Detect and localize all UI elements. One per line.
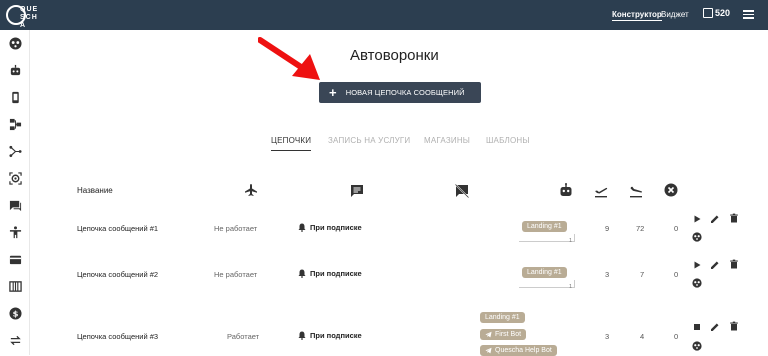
quescha-logo[interactable]: QUE SCH A [6, 3, 40, 29]
landing-tag[interactable]: Landing #1 [522, 267, 567, 278]
edit-icon[interactable] [710, 322, 720, 332]
sidebar: $ [0, 30, 30, 355]
chat-icon[interactable] [9, 199, 22, 212]
person-icon[interactable] [9, 226, 22, 239]
cancelled-count: 0 [674, 224, 679, 233]
nav-constructor[interactable]: Конструктор [612, 10, 662, 21]
bot-tag[interactable]: Quescha Help Bot [480, 345, 557, 356]
robot-face-icon[interactable] [692, 232, 702, 242]
message-icon [351, 185, 363, 197]
telegram-icon [485, 331, 492, 338]
chain-name[interactable]: Цепочка сообщений #2 [77, 270, 158, 279]
page-title: Автоворонки [350, 47, 439, 64]
swap-icon[interactable] [9, 334, 22, 347]
new-chain-label: НОВАЯ ЦЕПОЧКА СООБЩЕНИЙ [345, 88, 465, 97]
received-count: 7 [640, 270, 645, 279]
received-count: 4 [640, 332, 645, 341]
funnel-icon[interactable] [9, 145, 22, 158]
bot-icon [560, 183, 572, 196]
phone-icon[interactable] [9, 91, 22, 104]
card-icon[interactable] [9, 253, 22, 266]
chain-name[interactable]: Цепочка сообщений #1 [77, 224, 158, 233]
credit-icon [703, 8, 713, 18]
chain-trigger: При подписке [298, 331, 362, 340]
plus-icon: + [329, 85, 337, 100]
bot-tag-label: First Bot [495, 331, 522, 338]
bot-tag-label: Quescha Help Bot [495, 347, 552, 354]
sent-count: 3 [605, 270, 610, 279]
delete-icon[interactable] [729, 213, 739, 223]
tab-service-booking[interactable]: ЗАПИСЬ НА УСЛУГИ [328, 136, 410, 145]
stop-icon[interactable] [692, 322, 702, 332]
delete-icon[interactable] [729, 321, 739, 331]
flowchart-icon[interactable] [9, 118, 22, 131]
bell-icon [298, 331, 306, 340]
play-icon[interactable] [692, 214, 702, 224]
dollar-icon[interactable]: $ [9, 307, 22, 320]
chain-trigger-label: При подписке [310, 331, 362, 340]
logo-text: QUE SCH A [20, 6, 39, 29]
tag-count: 1 [568, 284, 572, 290]
cancelled-count: 0 [674, 270, 679, 279]
landing-tag[interactable]: Landing #1 [522, 221, 567, 232]
telegram-icon [485, 347, 492, 354]
delete-icon[interactable] [729, 259, 739, 269]
tab-shops[interactable]: МАГАЗИНЫ [424, 136, 470, 145]
cancel-circle-icon [664, 183, 678, 197]
bell-icon [298, 223, 306, 232]
target-icon[interactable] [9, 172, 22, 185]
robot-face-icon[interactable] [692, 341, 702, 351]
sent-count: 9 [605, 224, 610, 233]
edit-icon[interactable] [710, 260, 720, 270]
new-chain-button[interactable]: + НОВАЯ ЦЕПОЧКА СООБЩЕНИЙ [319, 82, 481, 103]
chain-trigger: При подписке [298, 223, 362, 232]
sent-count: 3 [605, 332, 610, 341]
table-icon[interactable] [9, 280, 22, 293]
credits-balance[interactable]: 520 [703, 8, 730, 18]
bell-icon [298, 269, 306, 278]
tab-chains[interactable]: ЦЕПОЧКИ [271, 136, 312, 151]
tag-count-bracket: 1 [519, 234, 575, 244]
menu-icon[interactable] [743, 10, 754, 19]
bot-icon[interactable] [9, 64, 22, 77]
edit-icon[interactable] [710, 214, 720, 224]
red-arrow-annotation [258, 37, 320, 80]
plane-takeoff-icon [245, 184, 257, 196]
chain-name[interactable]: Цепочка сообщений #3 [77, 332, 158, 341]
chain-trigger: При подписке [298, 269, 362, 278]
credits-value: 520 [715, 8, 731, 18]
cancelled-count: 0 [674, 332, 679, 341]
message-off-icon [455, 184, 469, 198]
chain-trigger-label: При подписке [310, 269, 362, 278]
top-navbar: QUE SCH A Конструктор Виджет 520 [0, 0, 768, 30]
tag-count-bracket: 1 [519, 280, 575, 290]
nav-widget[interactable]: Виджет [661, 10, 689, 19]
chain-status: Не работает [214, 224, 258, 233]
chain-trigger-label: При подписке [310, 223, 362, 232]
tab-templates[interactable]: ШАБЛОНЫ [486, 136, 530, 145]
landing-tag[interactable]: Landing #1 [480, 312, 525, 323]
departure-icon [595, 187, 608, 198]
play-icon[interactable] [692, 260, 702, 270]
chain-status: Работает [227, 332, 260, 341]
robot-face-icon[interactable] [9, 37, 22, 50]
received-count: 72 [636, 224, 645, 233]
column-name-header: Название [77, 186, 113, 195]
bot-tag[interactable]: First Bot [480, 329, 527, 340]
tag-count: 1 [568, 238, 572, 244]
robot-face-icon[interactable] [692, 278, 702, 288]
arrival-icon [630, 186, 642, 198]
svg-text:$: $ [13, 309, 19, 319]
chain-status: Не работает [214, 270, 258, 279]
